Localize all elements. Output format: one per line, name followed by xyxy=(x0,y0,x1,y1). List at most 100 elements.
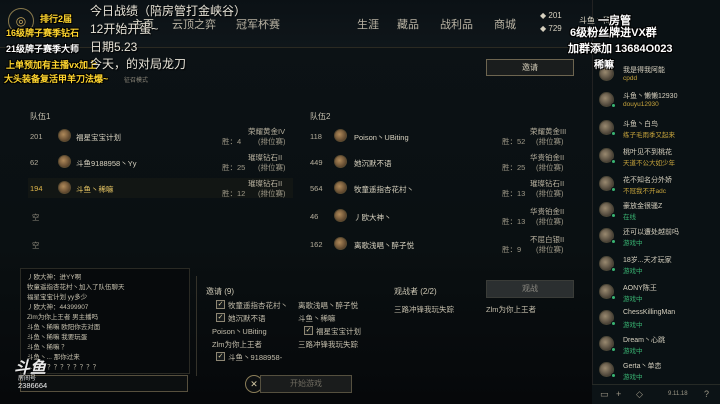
overlay-text: 加群添加 13684O023 xyxy=(568,43,673,55)
friend-name: ChessKillingMan xyxy=(623,309,676,316)
team2-row[interactable]: 564 牧童遥指杏花村丶 璀璨钻石II 胜：13 (排位赛) xyxy=(308,178,573,198)
invitee-name: 斗鱼丶9188958- xyxy=(228,353,283,362)
player-name: 斗鱼9188958丶Yy xyxy=(76,159,137,168)
empty-slot-label: 空 xyxy=(32,241,40,250)
friend-item[interactable]: AONY陈王 游戏中 xyxy=(599,282,719,304)
friend-item[interactable]: 桃叶见不到桃花 天道不公大如少年 xyxy=(599,146,719,168)
tab-store[interactable]: 商城 xyxy=(494,16,516,32)
team1-empty-slot[interactable]: 空 xyxy=(28,234,293,254)
overlay-text: 稀嘛 xyxy=(594,60,614,71)
friend-name: 桃叶见不到桃花 xyxy=(623,149,672,156)
online-dot xyxy=(611,347,616,352)
rp-counter: ◆ 201 xyxy=(540,11,562,20)
friend-item[interactable]: ChessKillingMan 游戏中 xyxy=(599,308,719,330)
tab-loot[interactable]: 战利品 xyxy=(440,16,473,32)
invitee-name: 三路冲锋我玩失踪 xyxy=(298,340,358,349)
overlay-text: 龙刀 xyxy=(162,57,187,71)
friend-name: Dream丶心跳 xyxy=(623,337,666,344)
top-navigation-bar: ◎ 主页 云顶之弈 冠军杯赛 生涯 藏品 战利品 商城 ◆ 201 ◆ 729 xyxy=(0,0,592,48)
chat-message: 斗鱼丶稀嘛 欧阳你去对面 xyxy=(27,324,101,331)
tab-profile[interactable]: 生涯 xyxy=(357,16,379,32)
friend-item[interactable]: 18岁...天才玩家 游戏中 xyxy=(599,254,719,276)
team2-row[interactable]: 118 Poison丶UBiting 荣耀黄金III 胜：52 (排位赛) xyxy=(308,126,573,146)
player-name: 丿欧大神丶 xyxy=(354,213,392,222)
friend-status: 游戏中 xyxy=(623,296,643,303)
chat-message: 丿欧大神：进YY啊 xyxy=(27,274,82,281)
friend-item[interactable]: 豪放金很骚Z 在线 xyxy=(599,200,719,222)
friend-status: douyu12930 xyxy=(623,101,659,108)
player-avatar xyxy=(334,155,347,168)
player-level: 162 xyxy=(310,240,323,249)
player-avatar xyxy=(58,181,71,194)
online-dot xyxy=(611,321,616,326)
player-avatar xyxy=(334,237,347,250)
overlay-text: 上单预加有主播vx加上 xyxy=(6,60,98,70)
friend-item[interactable]: Gerta丶单恋 游戏中 xyxy=(599,360,719,382)
overlay-text: 排行2届 xyxy=(40,14,73,24)
game-mode-label: 征召模式 xyxy=(124,78,149,84)
friend-status: 游戏中 xyxy=(623,240,643,247)
spectators-header: 观战者 (2/2) xyxy=(394,287,437,296)
spectate-button[interactable]: 观战 xyxy=(486,280,574,298)
be-counter: ◆ 729 xyxy=(540,24,562,33)
friend-status: cpdd xyxy=(623,75,638,82)
online-dot xyxy=(611,213,616,218)
overlay-text: 今天，的对局 xyxy=(90,57,163,71)
player-wins: 胜：4 xyxy=(222,137,242,146)
mission-icon[interactable]: ◇ xyxy=(636,389,643,400)
invitee-name: 福星宝宝计划 xyxy=(316,327,361,336)
online-dot xyxy=(611,103,616,108)
team1-row[interactable]: 194 斗鱼丶稀嘛 璀璨钻石II 胜：12 (排位赛) xyxy=(28,178,293,198)
overlay-text: 6级粉丝牌进VX群 xyxy=(570,27,657,39)
player-wins: 胜：12 xyxy=(222,189,246,198)
invitee-name: Zlm为你上王者 xyxy=(212,340,262,349)
player-queue: (排位赛) xyxy=(536,137,564,146)
team2-row[interactable]: 162 离歌浅唱丶醉子悦 不屈白银II 胜：9 (排位赛) xyxy=(308,234,573,254)
team2-row[interactable]: 449 她沉默不语 华贵铂金II 胜：25 (排位赛) xyxy=(308,152,573,172)
friend-name: 豪放金很骚Z xyxy=(623,203,663,210)
help-icon[interactable]: ? xyxy=(704,389,709,399)
chat-icon[interactable]: ▭ xyxy=(600,389,609,400)
overlay-text: 12开始开蛋~ xyxy=(90,22,159,36)
friend-status: 游戏中 xyxy=(623,374,643,381)
overlay-text: 今日战绩（陪房管打金峡谷） xyxy=(90,4,247,18)
player-name: 斗鱼丶稀嘛 xyxy=(76,185,114,194)
player-queue: (排位赛) xyxy=(536,189,564,198)
invitee-name: 离歌浅唱丶醉子悦 xyxy=(298,301,358,310)
friend-item[interactable]: 还可以遭处越前吗 游戏中 xyxy=(599,226,719,248)
checkmark-icon: ✓ xyxy=(216,313,225,322)
online-dot xyxy=(611,159,616,164)
online-dot xyxy=(611,187,616,192)
friend-item[interactable]: 斗鱼丶懒懒12930 douyu12930 xyxy=(599,90,719,112)
team2-row[interactable]: 46 丿欧大神丶 华贵铂金II 胜：13 (排位赛) xyxy=(308,206,573,226)
tab-collection[interactable]: 藏品 xyxy=(397,16,419,32)
team1-row[interactable]: 62 斗鱼9188958丶Yy 璀璨钻石II 胜：25 (排位赛) xyxy=(28,152,293,172)
player-level: 118 xyxy=(310,132,322,141)
friend-item[interactable]: 斗鱼丶白鸟 练子毛雨季又起来 xyxy=(599,118,719,140)
friend-status: 游戏中 xyxy=(623,268,643,275)
friend-item[interactable]: Dream丶心跳 游戏中 xyxy=(599,334,719,356)
team1-empty-slot[interactable]: 空 xyxy=(28,206,293,226)
rp-value: 201 xyxy=(548,11,562,20)
invites-header: 邀请 (9) xyxy=(206,287,234,296)
player-avatar xyxy=(58,155,71,168)
friend-status: 游戏中 xyxy=(623,348,643,355)
friend-item[interactable]: 花不知名分外娇 不冠我不开adc xyxy=(599,174,719,196)
team1-row[interactable]: 201 福星宝宝计划 荣耀黄金IV 胜：4 (排位赛) xyxy=(28,126,293,146)
friend-name: 还可以遭处越前吗 xyxy=(623,229,679,236)
friend-name: 花不知名分外娇 xyxy=(623,177,672,184)
version-label: 9.11.18 xyxy=(668,391,688,397)
overlay-text: 16级牌子赛季钻石 xyxy=(6,28,80,38)
friend-name: 斗鱼丶白鸟 xyxy=(623,121,658,128)
player-name: 她沉默不语 xyxy=(354,159,392,168)
start-game-button[interactable]: 开始游戏 xyxy=(260,375,352,393)
player-wins: 胜：13 xyxy=(502,217,526,226)
online-dot xyxy=(611,131,616,136)
online-dot xyxy=(611,267,616,272)
online-dot xyxy=(611,239,616,244)
friend-item[interactable]: 我是得我阿能 cpdd xyxy=(599,64,719,86)
friend-name: 我是得我阿能 xyxy=(623,67,665,74)
invite-button[interactable]: 邀请 xyxy=(486,59,574,76)
player-queue: (排位赛) xyxy=(536,245,564,254)
add-friend-icon[interactable]: + xyxy=(616,389,621,399)
